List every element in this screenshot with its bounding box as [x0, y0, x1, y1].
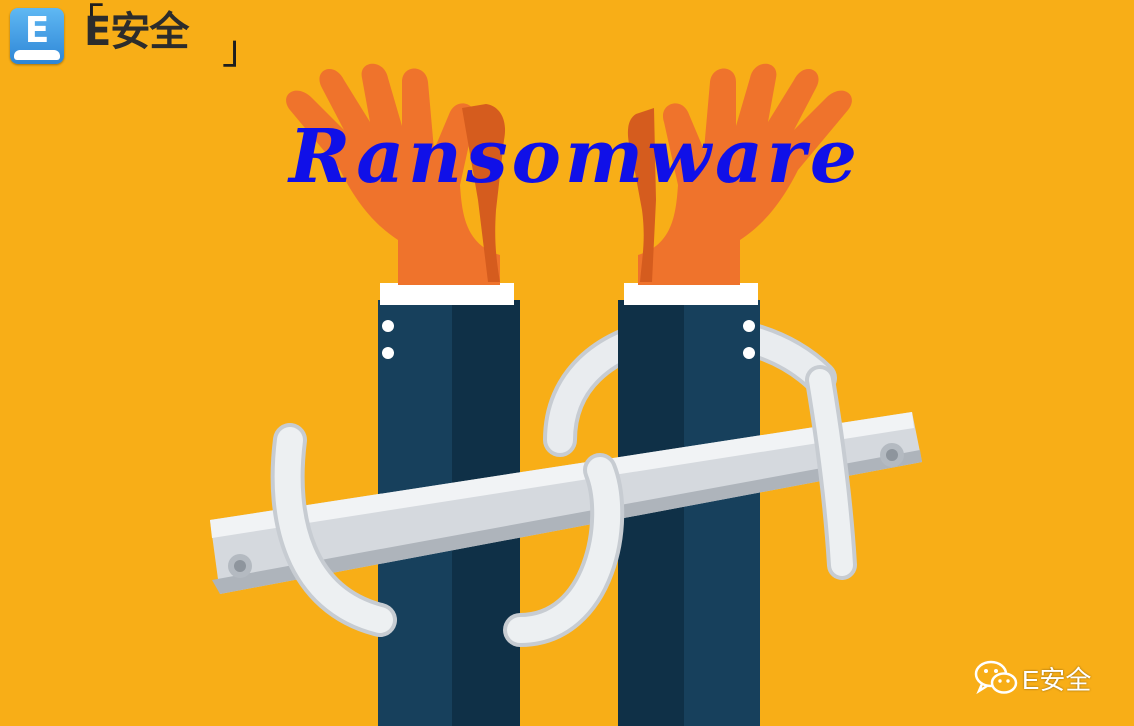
cloud-shape [14, 50, 60, 60]
right-cuff-button-bottom [743, 347, 755, 359]
bracket-close: 」 [222, 27, 262, 73]
handcuffed-hands-artwork [0, 0, 1134, 726]
ransomware-illustration: E 「 E安全 」 Ransomware E安全 [0, 0, 1134, 726]
right-cuff-button-top [743, 320, 755, 332]
watermark: E安全 [974, 658, 1091, 698]
brand-logo-letter: E [24, 10, 50, 51]
headline: Ransomware [289, 114, 861, 200]
left-cuff-button-bottom [382, 347, 394, 359]
left-cuff-button-top [382, 320, 394, 332]
brand-logo-icon: E [10, 8, 64, 64]
watermark-text: E安全 [1022, 664, 1092, 695]
wechat-icon [974, 660, 1018, 695]
brand-logo-text: E安全 [84, 9, 189, 55]
